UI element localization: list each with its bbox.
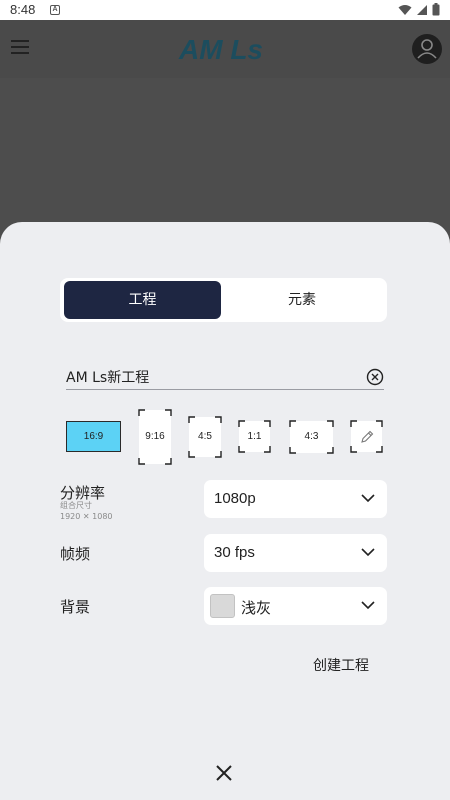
ratio-16-9-option[interactable]: 16:9 [66,421,121,452]
ratio-custom-option[interactable] [350,420,383,453]
profile-avatar[interactable] [412,34,442,64]
person-icon [417,39,437,59]
ratio-label: 16:9 [83,430,104,442]
background-select[interactable]: 浅灰 [204,587,387,625]
menu-icon[interactable] [11,40,29,54]
tab-project[interactable]: 工程 [64,281,221,319]
new-project-sheet: 工程 元素 16:9 9:16 4:5 1:1 4:3 [0,222,450,800]
close-icon[interactable] [214,763,234,783]
tab-elements[interactable]: 元素 [221,281,383,319]
resolution-dimensions: 1920 ✕ 1080 [60,512,113,521]
resolution-value: 1080p [214,490,256,507]
chevron-down-icon [361,494,375,503]
ratio-9-16-option[interactable]: 9:16 [138,409,172,465]
fps-value: 30 fps [214,544,255,561]
logo-text: AM Ls [178,34,263,65]
status-time: 8:48 [10,2,36,17]
tab-bar: 工程 元素 [60,278,387,322]
project-name-input[interactable] [66,366,356,388]
fps-label: 帧频 [60,545,91,563]
app-bar: AM Ls [0,20,450,78]
background-color-swatch [210,594,235,618]
resolution-sub-label: 组合尺寸 [60,501,92,510]
resolution-select[interactable]: 1080p [204,480,387,518]
frame-corners [350,420,383,453]
wifi-icon [398,4,412,15]
ratio-4-3-option[interactable]: 4:3 [289,420,334,454]
frame-corners [289,420,334,454]
create-project-button[interactable]: 创建工程 [313,655,369,675]
signal-icon [417,4,427,15]
clear-icon[interactable] [366,368,384,386]
status-icons [398,3,440,16]
frame-corners [188,416,222,458]
ratio-4-5-option[interactable]: 4:5 [188,416,222,458]
frame-corners [138,409,172,465]
fps-select[interactable]: 30 fps [204,534,387,572]
app-logo: AM Ls [178,34,263,65]
notification-icon: A [50,5,60,15]
battery-icon [432,3,440,16]
status-bar: 8:48 A [0,0,450,20]
background-label: 背景 [60,598,91,616]
chevron-down-icon [361,601,375,610]
project-name-field [66,366,384,390]
chevron-down-icon [361,548,375,557]
background-value: 浅灰 [241,600,272,617]
ratio-1-1-option[interactable]: 1:1 [238,420,271,453]
frame-corners [238,420,271,453]
